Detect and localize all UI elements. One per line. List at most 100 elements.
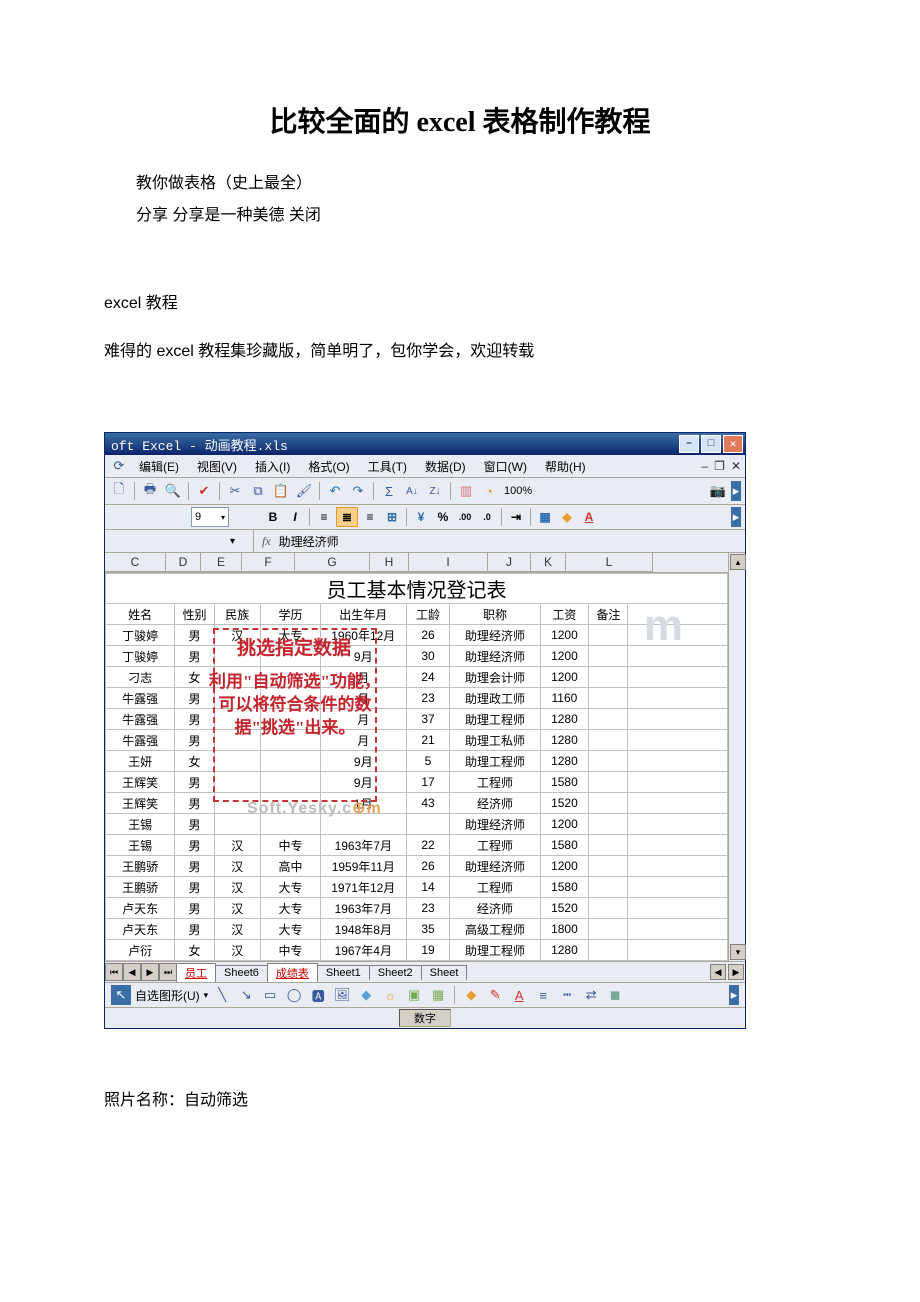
toolbar-options-icon[interactable]: ▸ (731, 481, 741, 501)
col-header-f[interactable]: F (242, 553, 295, 572)
name-box[interactable]: ▾ (105, 530, 254, 552)
cell[interactable] (260, 730, 320, 751)
maximize-button[interactable]: □ (701, 435, 721, 453)
cell[interactable]: 大专 (260, 877, 320, 898)
format-painter-icon[interactable]: 🖌 (294, 481, 314, 501)
cell[interactable]: 男 (175, 646, 214, 667)
paste-icon[interactable]: 📋 (271, 481, 291, 501)
cell[interactable]: 助理工程师 (450, 940, 540, 961)
line-style-icon[interactable]: ≡ (533, 985, 553, 1005)
cell[interactable]: 女 (175, 751, 214, 772)
camera-icon[interactable]: 📷 (708, 481, 728, 501)
cell[interactable]: 月 (321, 667, 407, 688)
chart-icon[interactable]: ▥ (456, 481, 476, 501)
close-button[interactable]: ✕ (723, 435, 743, 453)
borders-button[interactable]: ▦ (535, 508, 555, 526)
scroll-down-icon[interactable]: ▾ (730, 944, 746, 960)
tab-last-icon[interactable]: ⏭ (159, 963, 177, 981)
textbox-icon[interactable]: 🅰 (308, 985, 328, 1005)
cell[interactable] (589, 730, 628, 751)
redo-icon[interactable]: ↷ (348, 481, 368, 501)
cell[interactable]: 丁骏婷 (106, 646, 175, 667)
print-icon[interactable]: 🖶 (140, 481, 160, 501)
zoom-level[interactable]: 100% (504, 485, 532, 497)
cell[interactable]: 男 (175, 898, 214, 919)
cell[interactable] (406, 814, 450, 835)
cell[interactable]: 1580 (540, 835, 589, 856)
cell[interactable]: 刁志 (106, 667, 175, 688)
cell[interactable]: 26 (406, 625, 450, 646)
cell[interactable] (589, 688, 628, 709)
vertical-scrollbar[interactable]: ▴ ▾ (728, 553, 745, 961)
cell[interactable]: 1963年7月 (321, 835, 407, 856)
cell[interactable] (214, 730, 260, 751)
scroll-up-icon[interactable]: ▴ (730, 554, 746, 570)
cell[interactable]: 王鹏骄 (106, 856, 175, 877)
fontsize-input[interactable]: 9▾ (191, 507, 229, 527)
hdr-name[interactable]: 姓名 (106, 604, 175, 625)
hdr-note[interactable]: 备注 (589, 604, 628, 625)
decrease-decimal-button[interactable]: .0 (477, 508, 497, 526)
cell[interactable]: 1160 (540, 688, 589, 709)
arrow-style-icon[interactable]: ⇄ (581, 985, 601, 1005)
cell[interactable] (628, 730, 728, 751)
cell[interactable] (260, 667, 320, 688)
italic-button[interactable]: I (285, 508, 305, 526)
oval-icon[interactable]: ◯ (284, 985, 304, 1005)
cell[interactable]: 助理经济师 (450, 646, 540, 667)
cell[interactable] (589, 709, 628, 730)
mdi-restore-icon[interactable]: ❐ (714, 459, 725, 473)
cell[interactable]: 43 (406, 793, 450, 814)
cell[interactable] (589, 646, 628, 667)
cell[interactable]: 卢衍 (106, 940, 175, 961)
formula-value[interactable]: 助理经济师 (279, 533, 339, 550)
menu-edit[interactable]: 编辑(E) (131, 456, 187, 477)
menu-format[interactable]: 格式(O) (300, 456, 357, 477)
cell[interactable]: 23 (406, 898, 450, 919)
cell[interactable] (214, 688, 260, 709)
cell[interactable] (589, 667, 628, 688)
cell[interactable]: 工程师 (450, 772, 540, 793)
cell[interactable]: 王辉笑 (106, 772, 175, 793)
hdr-salary[interactable]: 工资 (540, 604, 589, 625)
cell[interactable] (628, 940, 728, 961)
cell[interactable] (628, 814, 728, 835)
cell[interactable]: 男 (175, 835, 214, 856)
undo-icon[interactable]: ↶ (325, 481, 345, 501)
cell[interactable]: 男 (175, 793, 214, 814)
cell[interactable]: 1948年8月 (321, 919, 407, 940)
menu-tools[interactable]: 工具(T) (360, 456, 415, 477)
percent-button[interactable]: % (433, 508, 453, 526)
minimize-button[interactable]: – (679, 435, 699, 453)
cell[interactable] (589, 898, 628, 919)
cell[interactable] (260, 688, 320, 709)
cell[interactable]: 男 (175, 730, 214, 751)
cell[interactable]: 月 (321, 688, 407, 709)
tab-next-icon[interactable]: ▶ (141, 963, 159, 981)
cell[interactable]: 王锡 (106, 835, 175, 856)
fill-icon[interactable]: ◆ (461, 985, 481, 1005)
cell[interactable]: 牛露强 (106, 688, 175, 709)
menu-data[interactable]: 数据(D) (417, 456, 474, 477)
hdr-birth[interactable]: 出生年月 (321, 604, 407, 625)
cell[interactable]: 丁骏婷 (106, 625, 175, 646)
dash-style-icon[interactable]: ┅ (557, 985, 577, 1005)
cell[interactable]: 1959年11月 (321, 856, 407, 877)
cell[interactable]: 大专 (260, 898, 320, 919)
cell[interactable]: 17 (406, 772, 450, 793)
cell[interactable] (589, 835, 628, 856)
cell[interactable] (589, 919, 628, 940)
cell[interactable]: 女 (175, 940, 214, 961)
fill-color-button[interactable]: ◆ (557, 508, 577, 526)
cell[interactable]: 男 (175, 688, 214, 709)
cell[interactable] (628, 835, 728, 856)
cell[interactable]: 大专 (260, 625, 320, 646)
hdr-years[interactable]: 工龄 (406, 604, 450, 625)
cell[interactable]: 男 (175, 814, 214, 835)
clipart-icon[interactable]: ☼ (380, 985, 400, 1005)
col-header-i[interactable]: I (409, 553, 488, 572)
cell[interactable]: 中专 (260, 835, 320, 856)
new-icon[interactable]: 🗋 (109, 481, 129, 501)
cell[interactable] (214, 709, 260, 730)
cell[interactable]: 9月 (321, 772, 407, 793)
